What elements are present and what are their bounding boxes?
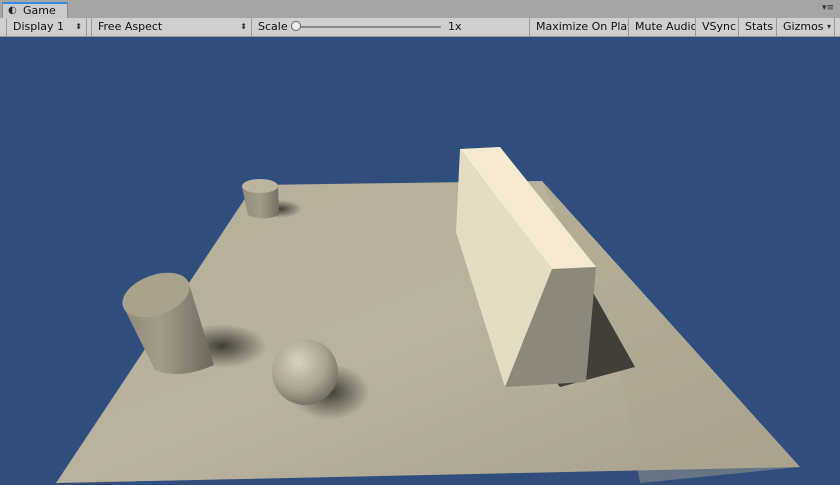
window-tabbar: ◐ Game ▾≡: [0, 0, 840, 19]
scale-value: 1x: [448, 20, 462, 33]
dropdown-arrow-icon: ⬍: [240, 22, 247, 31]
vsync-toggle[interactable]: VSync: [696, 18, 739, 36]
mute-audio-label: Mute Audio: [635, 20, 696, 33]
mute-audio-toggle[interactable]: Mute Audio: [629, 18, 696, 36]
display-dropdown[interactable]: Display 1 ⬍: [6, 18, 87, 36]
window-menu-icon[interactable]: ▾≡: [822, 3, 834, 13]
unity-game-icon: ◐: [8, 5, 17, 16]
dropdown-arrow-icon: ▾: [826, 22, 831, 31]
sphere: [272, 339, 338, 405]
tab-game-label: Game: [23, 4, 56, 17]
game-viewport[interactable]: [0, 37, 840, 485]
gizmos-label: Gizmos: [783, 20, 824, 33]
stats-label: Stats: [745, 20, 774, 33]
maximize-on-play-toggle[interactable]: Maximize On Play: [530, 18, 629, 36]
aspect-dropdown[interactable]: Free Aspect ⬍: [91, 18, 252, 36]
maximize-on-play-label: Maximize On Play: [536, 20, 629, 33]
display-dropdown-label: Display 1: [13, 20, 65, 33]
dropdown-arrow-icon: ⬍: [75, 22, 82, 31]
scale-label: Scale: [258, 20, 288, 33]
tab-game[interactable]: ◐ Game: [2, 2, 68, 18]
stats-toggle[interactable]: Stats: [739, 18, 777, 36]
scale-slider-thumb[interactable]: [291, 21, 301, 31]
aspect-dropdown-label: Free Aspect: [98, 20, 163, 33]
scene-render: [56, 147, 800, 483]
vsync-label: VSync: [702, 20, 737, 33]
gizmos-dropdown[interactable]: Gizmos ▾: [777, 18, 835, 36]
scale-slider-track[interactable]: [296, 26, 441, 28]
